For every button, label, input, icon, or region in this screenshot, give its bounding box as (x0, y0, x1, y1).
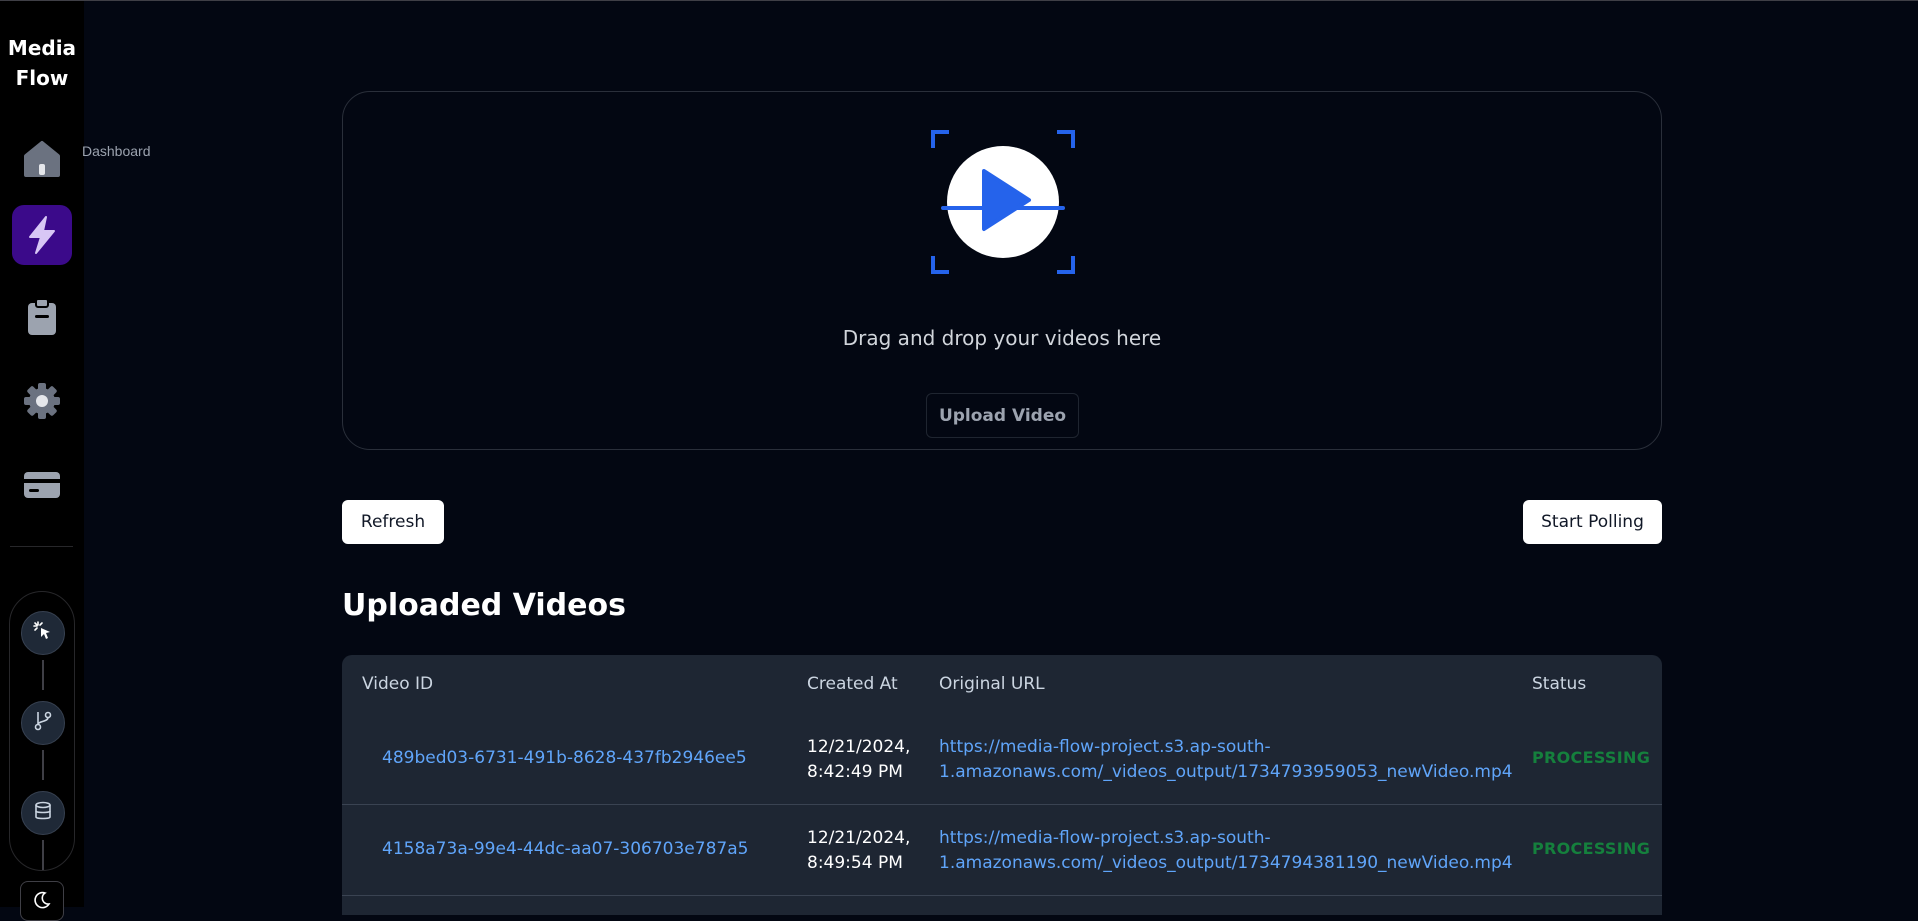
sidebar-item-billing[interactable] (12, 455, 72, 515)
top-border (0, 0, 1918, 1)
status-badge: PROCESSING (1532, 748, 1651, 767)
sidebar: Media Flow Dashboard (0, 1, 151, 921)
tool-branch-button[interactable] (21, 701, 65, 745)
sidebar-item-clipboard[interactable] (12, 287, 72, 347)
sidebar-divider (10, 546, 73, 547)
url-line: 1.amazonaws.com/_videos_output/173479395… (939, 762, 1513, 782)
column-header-created-at: Created At (807, 674, 898, 694)
database-icon (32, 800, 54, 826)
home-icon (22, 139, 62, 179)
pointer-sparkle-icon (32, 620, 54, 646)
video-play-icon (929, 128, 1077, 280)
refresh-button[interactable]: Refresh (342, 500, 444, 544)
table-row: 4158a73a-99e4-44dc-aa07-306703e787a5 12/… (342, 806, 1662, 896)
sidebar-item-dashboard[interactable] (12, 129, 72, 189)
column-header-video-id: Video ID (362, 674, 434, 694)
tools-panel (9, 591, 75, 871)
gear-icon (22, 381, 62, 421)
created-at-date: 12/21/2024, (807, 737, 911, 757)
tool-database-button[interactable] (21, 791, 65, 835)
created-at-date: 12/21/2024, (807, 828, 911, 848)
brand-logo: Media Flow (7, 36, 77, 90)
lightning-icon (24, 215, 60, 255)
column-header-original-url: Original URL (939, 674, 1045, 694)
created-at-time: 8:42:49 PM (807, 762, 903, 782)
moon-icon (32, 890, 52, 914)
url-line: 1.amazonaws.com/_videos_output/173479438… (939, 853, 1513, 873)
created-at-cell: 12/21/2024, 8:42:49 PM (807, 735, 917, 785)
dropzone-hint: Drag and drop your videos here (842, 326, 1162, 350)
video-dropzone[interactable]: Drag and drop your videos here Upload Vi… (342, 91, 1662, 450)
git-branch-icon (32, 710, 54, 736)
original-url-link[interactable]: https://media-flow-project.s3.ap-south- … (939, 735, 1519, 785)
upload-video-button[interactable]: Upload Video (926, 393, 1079, 438)
tool-connector (42, 660, 44, 690)
url-line: https://media-flow-project.s3.ap-south- (939, 828, 1271, 848)
tooltip-dashboard: Dashboard (82, 143, 151, 159)
theme-toggle-button[interactable] (20, 881, 64, 921)
videos-table: Video ID Created At Original URL Status … (342, 655, 1662, 915)
credit-card-icon (22, 469, 62, 501)
created-at-cell: 12/21/2024, 8:49:54 PM (807, 826, 917, 876)
sidebar-item-lightning[interactable] (12, 205, 72, 265)
start-polling-button[interactable]: Start Polling (1523, 500, 1662, 544)
url-line: https://media-flow-project.s3.ap-south- (939, 737, 1271, 757)
uploaded-videos-title: Uploaded Videos (342, 588, 626, 623)
created-at-time: 8:49:54 PM (807, 853, 903, 873)
video-id-link[interactable]: 489bed03-6731-491b-8628-437fb2946ee5 (382, 748, 747, 768)
table-header: Video ID Created At Original URL Status (342, 655, 1662, 715)
tool-connector (42, 750, 44, 780)
column-header-status: Status (1532, 674, 1587, 694)
sidebar-item-settings[interactable] (12, 371, 72, 431)
video-id-link[interactable]: 4158a73a-99e4-44dc-aa07-306703e787a5 (382, 839, 748, 859)
tool-connector (42, 840, 44, 870)
original-url-link[interactable]: https://media-flow-project.s3.ap-south- … (939, 826, 1519, 876)
tool-pointer-button[interactable] (21, 611, 65, 655)
clipboard-icon (25, 297, 59, 337)
status-badge: PROCESSING (1532, 839, 1651, 858)
table-row: 489bed03-6731-491b-8628-437fb2946ee5 12/… (342, 715, 1662, 805)
